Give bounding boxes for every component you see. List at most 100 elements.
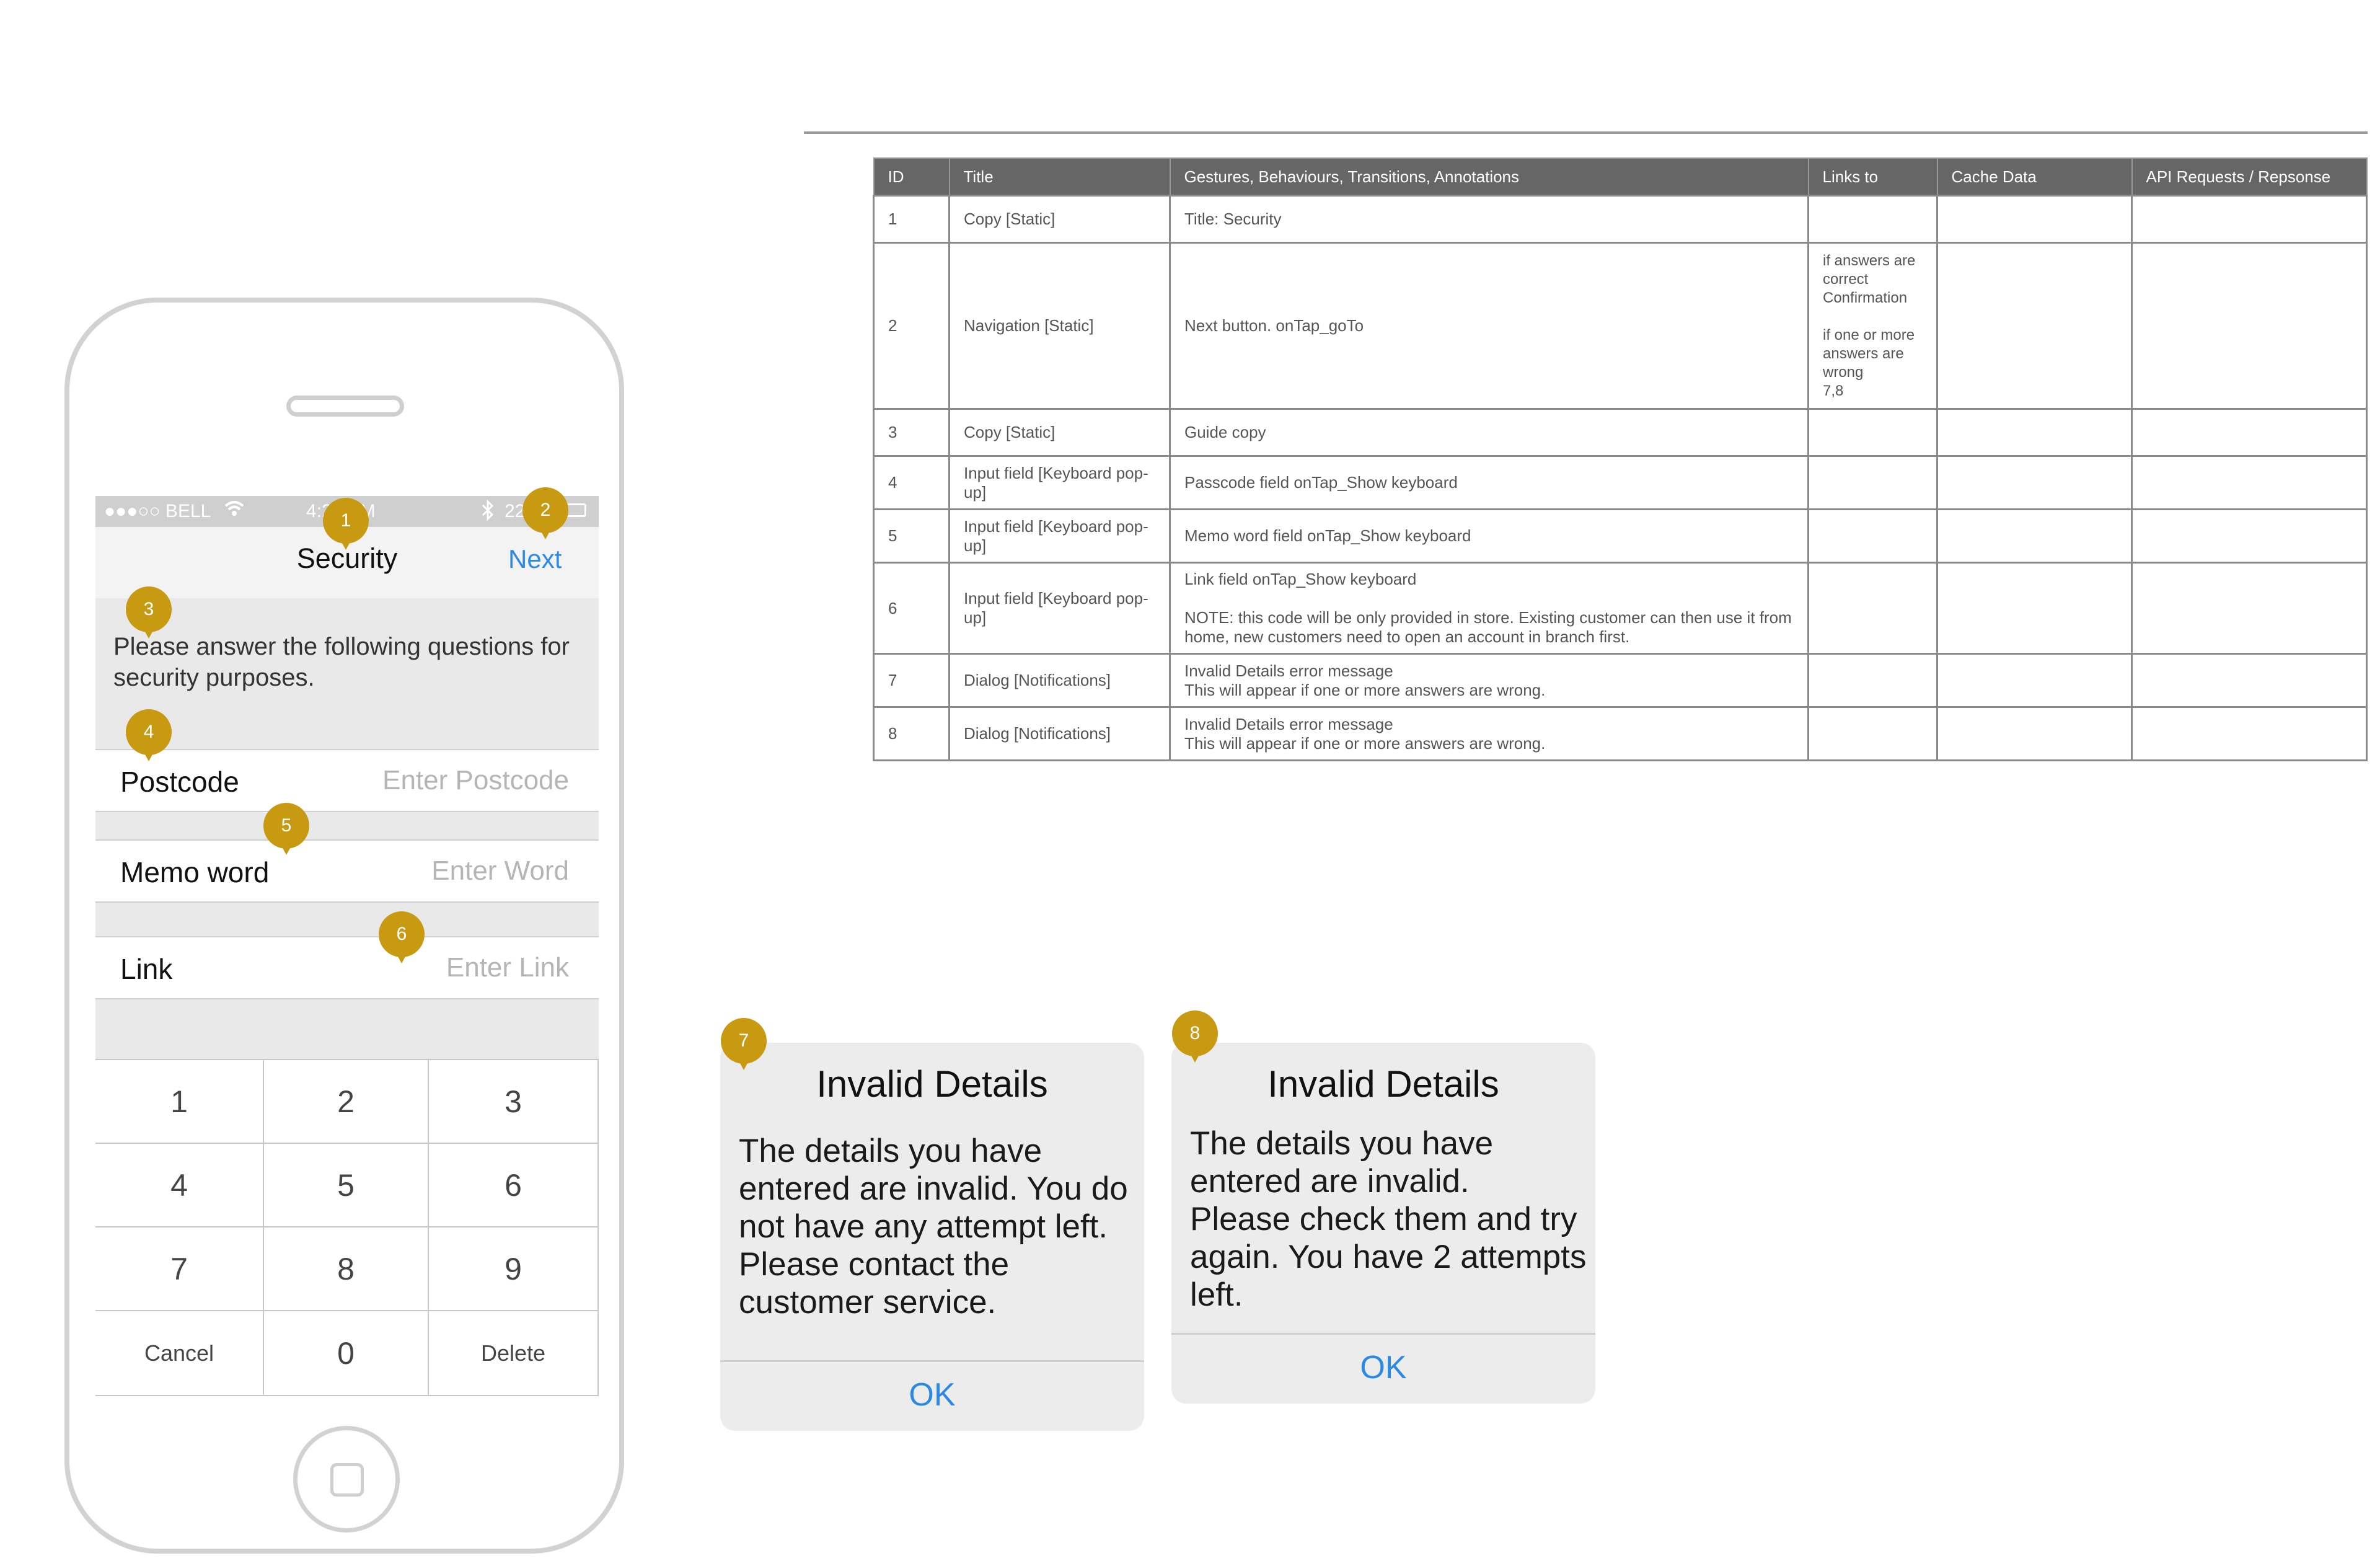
key-0[interactable]: 0 <box>264 1311 429 1396</box>
link-field[interactable]: Link Enter Link <box>95 936 599 999</box>
cell-id: 6 <box>873 562 950 655</box>
cell-title: Dialog [Notifications] <box>948 653 1171 708</box>
cell-api <box>2131 195 2368 244</box>
cell-links <box>1807 195 1938 244</box>
marker-pin-8: 8 <box>1172 1011 1218 1063</box>
marker-pin-4: 4 <box>126 709 172 761</box>
key-3[interactable]: 3 <box>429 1060 599 1144</box>
next-button[interactable]: Next <box>508 544 562 574</box>
marker-pin-3: 3 <box>126 586 172 639</box>
cell-cache <box>1936 195 2133 244</box>
marker-pin-6: 6 <box>379 911 425 963</box>
header-gestures: Gestures, Behaviours, Transitions, Annot… <box>1169 157 1809 197</box>
header-id: ID <box>873 157 950 197</box>
dialog-two-attempts: Invalid Details The details you have ent… <box>1171 1043 1595 1404</box>
cancel-key[interactable]: Cancel <box>95 1311 264 1396</box>
wifi-icon <box>223 498 245 522</box>
cell-api <box>2131 653 2368 708</box>
cell-title: Input field [Keyboard pop-up] <box>948 508 1171 564</box>
cell-desc: Invalid Details error message This will … <box>1169 653 1809 708</box>
key-1[interactable]: 1 <box>95 1060 264 1144</box>
header-cache-data: Cache Data <box>1936 157 2133 197</box>
cell-id: 4 <box>873 455 950 510</box>
cell-cache <box>1936 508 2133 564</box>
cell-desc: Next button. onTap_goTo <box>1169 242 1809 410</box>
cell-desc: Guide copy <box>1169 408 1809 457</box>
cell-cache <box>1936 706 2133 761</box>
header-api-requests: API Requests / Repsonse <box>2131 157 2368 197</box>
table-row: 6 Input field [Keyboard pop-up] Link fie… <box>873 562 2368 655</box>
cell-api <box>2131 562 2368 655</box>
dialog-message: The details you have entered are invalid… <box>1190 1125 1587 1313</box>
dialog-no-attempts: Invalid Details The details you have ent… <box>720 1043 1144 1431</box>
cell-desc: Link field onTap_Show keyboard NOTE: thi… <box>1169 562 1809 655</box>
table-row: 8 Dialog [Notifications] Invalid Details… <box>873 706 2368 761</box>
cell-api <box>2131 706 2368 761</box>
cell-desc: Invalid Details error message This will … <box>1169 706 1809 761</box>
table-row: 2 Navigation [Static] Next button. onTap… <box>873 242 2368 410</box>
link-placeholder: Enter Link <box>446 952 569 983</box>
cell-api <box>2131 455 2368 510</box>
table-row: 4 Input field [Keyboard pop-up] Passcode… <box>873 455 2368 510</box>
dialog-separator <box>1171 1333 1595 1335</box>
marker-pin-2: 2 <box>522 487 568 539</box>
dialog-ok-button[interactable]: OK <box>720 1376 1144 1413</box>
cell-title: Copy [Static] <box>948 195 1171 244</box>
home-square-icon <box>330 1463 364 1497</box>
cell-title: Navigation [Static] <box>948 242 1171 410</box>
cell-links <box>1807 562 1938 655</box>
key-8[interactable]: 8 <box>264 1228 429 1311</box>
cell-desc: Passcode field onTap_Show keyboard <box>1169 455 1809 510</box>
postcode-field[interactable]: Postcode Enter Postcode <box>95 749 599 812</box>
cell-cache <box>1936 653 2133 708</box>
guide-copy: Please answer the following questions fo… <box>113 633 570 691</box>
table-row: 1 Copy [Static] Title: Security <box>873 195 2368 244</box>
divider-line <box>804 131 2368 134</box>
bluetooth-icon <box>481 499 495 526</box>
table-row: 5 Input field [Keyboard pop-up] Memo wor… <box>873 508 2368 564</box>
dialog-separator <box>720 1360 1144 1362</box>
cell-id: 3 <box>873 408 950 457</box>
table-row: 3 Copy [Static] Guide copy <box>873 408 2368 457</box>
key-4[interactable]: 4 <box>95 1144 264 1228</box>
marker-pin-5: 5 <box>263 803 309 855</box>
cell-cache <box>1936 242 2133 410</box>
link-label: Link <box>120 953 173 985</box>
carrier-label: ●●●○○ BELL <box>104 501 211 521</box>
memo-word-placeholder: Enter Word <box>431 856 569 886</box>
key-7[interactable]: 7 <box>95 1228 264 1311</box>
spec-table: ID Title Gestures, Behaviours, Transitio… <box>873 157 2368 761</box>
cell-id: 1 <box>873 195 950 244</box>
cell-links <box>1807 455 1938 510</box>
cell-cache <box>1936 455 2133 510</box>
cell-cache <box>1936 408 2133 457</box>
header-links-to: Links to <box>1807 157 1938 197</box>
cell-id: 2 <box>873 242 950 410</box>
dialog-ok-button[interactable]: OK <box>1171 1349 1595 1386</box>
cell-desc: Title: Security <box>1169 195 1809 244</box>
dialog-message: The details you have entered are invalid… <box>739 1133 1128 1320</box>
cell-api <box>2131 408 2368 457</box>
delete-key[interactable]: Delete <box>429 1311 599 1396</box>
table-row: 7 Dialog [Notifications] Invalid Details… <box>873 653 2368 708</box>
memo-word-field[interactable]: Memo word Enter Word <box>95 839 599 903</box>
marker-pin-1: 1 <box>323 498 369 550</box>
marker-pin-7: 7 <box>721 1018 767 1070</box>
cell-links <box>1807 706 1938 761</box>
header-title: Title <box>948 157 1171 197</box>
postcode-placeholder: Enter Postcode <box>382 765 569 795</box>
cell-links <box>1807 508 1938 564</box>
cell-api <box>2131 508 2368 564</box>
cell-title: Input field [Keyboard pop-up] <box>948 455 1171 510</box>
cell-links: if answers are correct Confirmation if o… <box>1807 242 1938 410</box>
numeric-keypad: 1 2 3 4 5 6 7 8 9 Cancel 0 Delete <box>95 1059 599 1396</box>
key-5[interactable]: 5 <box>264 1144 429 1228</box>
cell-cache <box>1936 562 2133 655</box>
cell-title: Copy [Static] <box>948 408 1171 457</box>
key-2[interactable]: 2 <box>264 1060 429 1144</box>
key-9[interactable]: 9 <box>429 1228 599 1311</box>
cell-title: Input field [Keyboard pop-up] <box>948 562 1171 655</box>
key-6[interactable]: 6 <box>429 1144 599 1228</box>
postcode-label: Postcode <box>120 766 239 798</box>
cell-id: 7 <box>873 653 950 708</box>
